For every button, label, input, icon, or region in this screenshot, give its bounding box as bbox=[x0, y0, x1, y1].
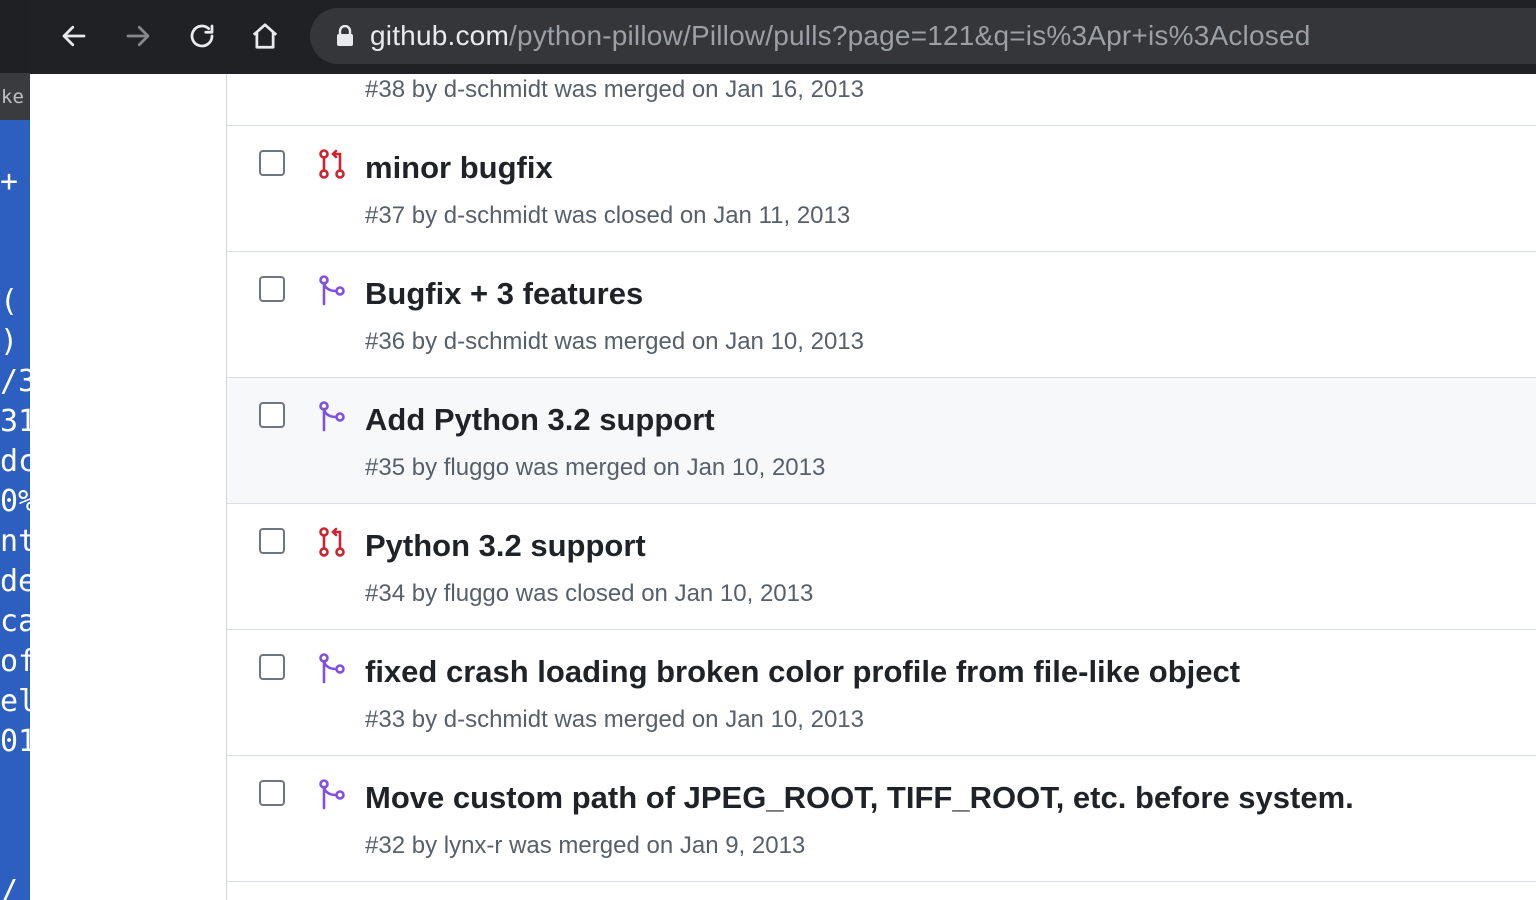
reload-icon bbox=[190, 24, 214, 48]
pr-merged-icon bbox=[319, 653, 345, 684]
pr-author-link[interactable]: d-schmidt bbox=[444, 76, 548, 103]
code-fragment: ( bbox=[0, 284, 19, 319]
select-checkbox[interactable] bbox=[259, 402, 285, 428]
pull-request-row[interactable]: minor bugfix #37 by d-schmidt was closed… bbox=[227, 126, 1536, 252]
arrow-left-icon bbox=[62, 25, 86, 47]
pr-title-link[interactable]: minor bugfix bbox=[365, 150, 553, 186]
pr-number: #33 bbox=[365, 706, 406, 733]
pr-closed-icon bbox=[319, 149, 345, 179]
pr-title-link[interactable]: Bugfix + 3 features bbox=[365, 276, 643, 312]
pull-request-list: #38 by d-schmidt was merged on Jan 16, 2… bbox=[226, 74, 1536, 900]
pr-author-link[interactable]: d-schmidt bbox=[444, 328, 548, 355]
back-button[interactable] bbox=[50, 12, 98, 60]
background-tab-fragment: ke bbox=[0, 74, 30, 120]
background-window: ke + ( ) 1 /3 31 dc 0% nte dev ca of1 el… bbox=[0, 0, 30, 900]
pr-date: Jan 11, 2013 bbox=[713, 202, 851, 229]
pull-request-row[interactable]: fixed crash loading broken color profile… bbox=[227, 630, 1536, 756]
pr-title-link[interactable]: fixed crash loading broken color profile… bbox=[365, 654, 1240, 690]
pr-status: was closed on bbox=[554, 202, 707, 229]
pr-author-link[interactable]: d-schmidt bbox=[444, 706, 548, 733]
home-icon bbox=[252, 23, 278, 49]
url-text: github.com/python-pillow/Pillow/pulls?pa… bbox=[370, 20, 1311, 52]
background-titlebar bbox=[0, 0, 30, 74]
code-fragment: 0% bbox=[0, 484, 30, 519]
pr-merged-icon bbox=[319, 779, 345, 810]
pr-number: #34 bbox=[365, 580, 406, 607]
pull-request-row[interactable]: #38 by d-schmidt was merged on Jan 16, 2… bbox=[227, 74, 1536, 126]
pull-request-row[interactable]: Move custom path of JPEG_ROOT, TIFF_ROOT… bbox=[227, 756, 1536, 882]
github-page: #38 by d-schmidt was merged on Jan 16, 2… bbox=[30, 74, 1536, 900]
pr-date: Jan 10, 2013 bbox=[686, 454, 826, 481]
code-fragment: ) 1 bbox=[0, 324, 30, 359]
select-checkbox[interactable] bbox=[259, 276, 285, 302]
pr-author-link[interactable]: fluggo bbox=[444, 454, 509, 481]
pull-request-meta: #34 by fluggo was closed on Jan 10, 2013 bbox=[365, 580, 814, 607]
pr-status: was closed on bbox=[515, 580, 668, 607]
arrow-right-icon bbox=[126, 25, 150, 47]
pr-author-link[interactable]: d-schmidt bbox=[444, 202, 548, 229]
pr-title-link[interactable]: Python 3.2 support bbox=[365, 528, 646, 564]
address-bar[interactable]: github.com/python-pillow/Pillow/pulls?pa… bbox=[310, 8, 1536, 64]
code-fragment: of1 bbox=[0, 644, 30, 679]
pr-date: Jan 16, 2013 bbox=[725, 76, 864, 103]
pull-request-row[interactable]: Bugfix + 3 features #36 by d-schmidt was… bbox=[227, 252, 1536, 378]
pr-status: was merged on bbox=[515, 454, 680, 481]
pull-request-meta: #33 by d-schmidt was merged on Jan 10, 2… bbox=[365, 706, 864, 733]
pull-request-meta: #32 by lynx-r was merged on Jan 9, 2013 bbox=[365, 832, 806, 859]
pr-status: was merged on bbox=[554, 76, 719, 103]
pull-request-row[interactable]: Add Python 3.2 support #35 by fluggo was… bbox=[227, 378, 1536, 504]
forward-button[interactable] bbox=[114, 12, 162, 60]
select-checkbox[interactable] bbox=[259, 780, 285, 806]
code-fragment: nte bbox=[0, 524, 30, 559]
code-fragment: + bbox=[0, 164, 19, 199]
pr-status: was merged on bbox=[554, 328, 719, 355]
pr-author-link[interactable]: lynx-r bbox=[444, 832, 503, 859]
pr-status: was merged on bbox=[509, 832, 674, 859]
pr-closed-icon bbox=[319, 527, 345, 557]
pr-number: #35 bbox=[365, 454, 406, 481]
pr-date: Jan 9, 2013 bbox=[679, 832, 806, 859]
pr-date: Jan 10, 2013 bbox=[674, 580, 814, 607]
pr-title-link[interactable]: Add Python 3.2 support bbox=[365, 402, 715, 438]
pr-number: #38 bbox=[365, 76, 406, 103]
code-fragment: 012 bbox=[0, 724, 30, 759]
pr-status: was merged on bbox=[554, 706, 719, 733]
pr-merged-icon bbox=[319, 401, 345, 432]
reload-button[interactable] bbox=[178, 12, 226, 60]
pr-date: Jan 10, 2013 bbox=[725, 328, 864, 355]
pull-request-row[interactable]: Python 3.2 support #34 by fluggo was clo… bbox=[227, 504, 1536, 630]
code-fragment: ela bbox=[0, 684, 30, 719]
code-fragment: dc bbox=[0, 444, 30, 479]
pull-request-meta: #35 by fluggo was merged on Jan 10, 2013 bbox=[365, 454, 826, 481]
pr-number: #32 bbox=[365, 832, 406, 859]
pr-merged-icon bbox=[319, 275, 345, 306]
pull-request-meta: #36 by d-schmidt was merged on Jan 10, 2… bbox=[365, 328, 864, 355]
code-fragment: ca bbox=[0, 604, 30, 639]
browser-toolbar: github.com/python-pillow/Pillow/pulls?pa… bbox=[30, 0, 1536, 74]
pr-title-link[interactable]: Move custom path of JPEG_ROOT, TIFF_ROOT… bbox=[365, 780, 1354, 816]
pull-request-meta: #37 by d-schmidt was closed on Jan 11, 2… bbox=[365, 202, 851, 229]
pr-number: #37 bbox=[365, 202, 406, 229]
url-path: /python-pillow/Pillow/pulls?page=121&q=i… bbox=[508, 20, 1311, 51]
lock-icon bbox=[334, 23, 356, 49]
select-checkbox[interactable] bbox=[259, 150, 285, 176]
select-checkbox[interactable] bbox=[259, 528, 285, 554]
background-code-editor: + ( ) 1 /3 31 dc 0% nte dev ca of1 ela 0… bbox=[0, 120, 30, 900]
pr-author-link[interactable]: fluggo bbox=[444, 580, 509, 607]
code-fragment: /3 bbox=[0, 364, 30, 399]
url-host: github.com bbox=[370, 20, 509, 51]
home-button[interactable] bbox=[241, 12, 289, 60]
pr-date: Jan 10, 2013 bbox=[725, 706, 864, 733]
code-fragment: / bbox=[0, 874, 19, 900]
code-fragment: 31 bbox=[0, 404, 30, 439]
pr-number: #36 bbox=[365, 328, 406, 355]
pull-request-meta: #38 by d-schmidt was merged on Jan 16, 2… bbox=[365, 76, 864, 103]
select-checkbox[interactable] bbox=[259, 654, 285, 680]
code-fragment: dev bbox=[0, 564, 30, 599]
